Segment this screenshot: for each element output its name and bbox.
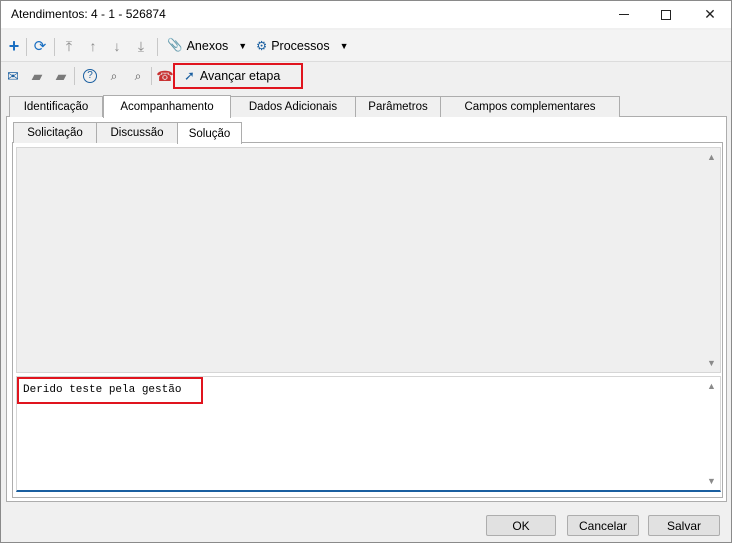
scroll-down-icon[interactable]: ▼ [707,358,716,368]
comments-icon[interactable]: ▰ [28,67,46,85]
save-button[interactable]: Salvar [648,515,720,536]
secondary-toolbar: ✉ ▰ ▰ ? ⌕ ⌕ ☎ ➚ Avançar etapa [1,63,731,89]
scroll-up-icon[interactable]: ▲ [707,381,716,391]
solution-text[interactable]: Derido teste pela gestão [17,377,203,404]
title-bar: Atendimentos: 4 - 1 - 526874 ✕ [1,1,731,28]
toolbar-divider [157,38,158,56]
main-toolbar: + ⟳ ⤒ ↑ ↓ ⤓ 📎 Anexos ▼ ⚙ Processos ▼ [1,30,731,62]
paperclip-icon: 📎 [167,38,183,52]
minimize-button[interactable] [601,1,647,28]
search-add-icon[interactable]: ⌕ [129,67,147,85]
subtab-discussao[interactable]: Discussão [96,122,178,143]
advance-step-icon: ➚ [184,68,195,83]
ok-button[interactable]: OK [486,515,556,536]
processos-menu[interactable]: ⚙ Processos ▼ [256,38,349,54]
move-bottom-icon[interactable]: ⤓ [133,38,149,54]
chevron-down-icon: ▼ [339,40,349,51]
cancel-button[interactable]: Cancelar [567,515,639,536]
scroll-up-icon[interactable]: ▲ [707,152,716,162]
anexos-menu[interactable]: 📎 Anexos ▼ [167,38,247,53]
editor-scrollbar[interactable]: ▲ ▼ [703,377,720,490]
toolbar-divider [74,67,75,85]
tab-campos-complementares[interactable]: Campos complementares [440,96,620,117]
move-up-icon[interactable]: ↑ [85,38,101,54]
chevron-down-icon: ▼ [238,40,248,51]
email-icon[interactable]: ✉ [4,67,22,85]
toolbar-divider [26,38,27,56]
tab-identificacao[interactable]: Identificação [9,96,103,117]
tab-dados-adicionais[interactable]: Dados Adicionais [230,96,356,117]
maximize-icon [661,9,671,20]
advance-step-label: Avançar etapa [199,69,281,83]
gear-icon: ⚙ [256,39,268,53]
move-top-icon[interactable]: ⤒ [61,38,77,54]
close-button[interactable]: ✕ [687,1,732,28]
anexos-label: Anexos [186,38,229,53]
processos-label: Processos [271,38,330,53]
phone-icon[interactable]: ☎ [156,67,174,85]
scroll-down-icon[interactable]: ▼ [707,476,716,486]
toolbar-divider [54,38,55,56]
solution-history: ▲ ▼ [16,147,721,373]
comment-help-icon[interactable]: ▰ [52,67,70,85]
tab-acompanhamento[interactable]: Acompanhamento [103,95,231,118]
move-down-icon[interactable]: ↓ [109,38,125,54]
dialog-window: Atendimentos: 4 - 1 - 526874 ✕ + ⟳ ⤒ ↑ ↓… [0,0,732,543]
refresh-icon[interactable]: ⟳ [32,38,48,55]
help-icon[interactable]: ? [81,67,99,85]
add-icon[interactable]: + [6,36,22,56]
tab-parametros[interactable]: Parâmetros [355,96,441,117]
search-help-icon[interactable]: ⌕ [105,67,123,85]
subtab-solicitacao[interactable]: Solicitação [13,122,97,143]
window-title: Atendimentos: 4 - 1 - 526874 [11,7,166,21]
maximize-button[interactable] [643,1,689,28]
history-scrollbar[interactable]: ▲ ▼ [703,148,720,372]
minimize-icon [619,14,629,15]
advance-step-button[interactable]: ➚ Avançar etapa [173,63,303,89]
subtab-solucao[interactable]: Solução [177,122,242,144]
close-icon: ✕ [704,6,716,22]
toolbar-divider [151,67,152,85]
solution-editor[interactable]: Derido teste pela gestão ▲ ▼ [16,376,721,492]
